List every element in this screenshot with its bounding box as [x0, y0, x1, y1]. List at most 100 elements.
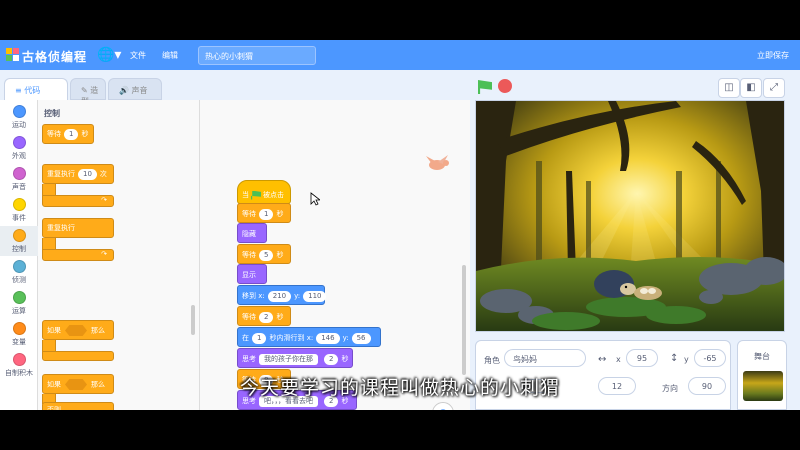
- block-text: 秒内滑行到 x:: [269, 334, 314, 342]
- block-text: 那么: [91, 326, 105, 335]
- category-control[interactable]: 控制: [0, 226, 38, 256]
- wait-block[interactable]: 等待 1 秒: [237, 203, 291, 223]
- block-input[interactable]: 5: [259, 250, 274, 261]
- stage-label: 舞台: [754, 352, 770, 361]
- block-text: 重复执行: [47, 170, 75, 178]
- x-label: x: [616, 355, 621, 364]
- block-palette: 控制 等待 1 秒 重复执行 10 次 ↷ 重复执行 ↷ 如果 那么 如果 那么 否则: [38, 100, 200, 410]
- block-input[interactable]: 210: [267, 291, 292, 302]
- green-flag-button[interactable]: [478, 80, 492, 94]
- palette-scrollbar[interactable]: [191, 305, 195, 335]
- block-input[interactable]: 1: [64, 129, 79, 140]
- brand-logo-icon: [6, 48, 20, 62]
- category-motion[interactable]: 运动: [0, 102, 38, 132]
- forest-backdrop: [476, 101, 784, 331]
- block-input[interactable]: 2: [259, 312, 274, 323]
- block-input[interactable]: 我的孩子你在那: [259, 354, 318, 365]
- brush-icon: ✎: [81, 86, 88, 95]
- block-text: y:: [342, 334, 349, 342]
- category-menu: 运动 外观 声音 事件 控制 侦测 运算 变量 自制积木: [0, 100, 38, 410]
- category-sensing[interactable]: 侦测: [0, 257, 38, 287]
- palette-if-block[interactable]: 如果 那么: [42, 320, 114, 340]
- x-position-input[interactable]: 95: [626, 349, 658, 367]
- script-scrollbar[interactable]: [462, 265, 466, 375]
- sound-dot-icon: [12, 167, 26, 180]
- block-text: 被点击: [263, 191, 284, 199]
- category-label: 侦测: [12, 276, 26, 284]
- category-events[interactable]: 事件: [0, 195, 38, 225]
- events-dot-icon: [12, 198, 26, 211]
- edit-menu[interactable]: 编辑: [162, 50, 178, 61]
- operators-dot-icon: [12, 291, 26, 304]
- block-text: 秒: [341, 355, 349, 363]
- category-label: 控制: [12, 245, 26, 253]
- file-menu[interactable]: 文件: [130, 50, 146, 61]
- block-input[interactable]: 146: [316, 333, 340, 344]
- speaker-icon: 🔊: [119, 86, 129, 95]
- category-sound[interactable]: 声音: [0, 164, 38, 194]
- stop-button[interactable]: [498, 79, 512, 93]
- block-text: 隐藏: [242, 230, 256, 238]
- block-text: 重复执行: [47, 224, 75, 232]
- tab-costumes[interactable]: ✎ 造型: [70, 78, 106, 106]
- code-icon: ≡: [15, 86, 22, 95]
- block-text: 等待: [47, 130, 61, 138]
- category-variables[interactable]: 变量: [0, 319, 38, 349]
- block-input[interactable]: 10: [78, 169, 97, 180]
- category-looks[interactable]: 外观: [0, 133, 38, 163]
- y-arrow-icon: ↕: [670, 353, 679, 364]
- block-input[interactable]: 2: [324, 354, 339, 365]
- save-now-button[interactable]: 立即保存: [757, 50, 789, 61]
- repeat-block-foot: ↷: [42, 195, 114, 207]
- wait-block[interactable]: 等待 5 秒: [237, 244, 291, 264]
- hide-block[interactable]: 隐藏: [237, 223, 267, 243]
- brand-name[interactable]: 古格侦编程: [22, 48, 87, 65]
- small-stage-icon[interactable]: ◫: [718, 78, 740, 98]
- block-input[interactable]: 110: [303, 291, 327, 302]
- tab-code-label: 代码: [24, 86, 41, 95]
- tab-sounds[interactable]: 🔊 声音: [108, 78, 162, 100]
- category-label: 外观: [12, 152, 26, 160]
- block-text: 次: [99, 170, 107, 178]
- category-label: 运算: [12, 307, 26, 315]
- block-text: 否则: [47, 406, 61, 410]
- think-for-secs-block[interactable]: 思考 我的孩子你在那 2 秒: [237, 348, 353, 368]
- glide-to-xy-block[interactable]: 在 1 秒内滑行到 x: 146 y: 56: [237, 327, 381, 347]
- sprite-name-input[interactable]: 鸟妈妈: [504, 349, 586, 367]
- large-stage-icon[interactable]: ◧: [740, 78, 762, 98]
- category-label: 事件: [12, 214, 26, 222]
- category-operators[interactable]: 运算: [0, 288, 38, 318]
- palette-forever-block[interactable]: 重复执行: [42, 218, 114, 238]
- bird-sprite-icon: [426, 155, 449, 170]
- block-text: 在: [242, 334, 249, 342]
- block-text: 当: [242, 191, 249, 199]
- wait-block[interactable]: 等待 2 秒: [237, 306, 291, 326]
- variables-dot-icon: [12, 322, 26, 335]
- palette-else-label: 否则: [42, 402, 114, 410]
- fullscreen-icon[interactable]: ⤢: [763, 78, 785, 98]
- block-input[interactable]: 1: [259, 209, 274, 220]
- block-input[interactable]: 1: [252, 333, 267, 344]
- tab-code[interactable]: ≡ 代码: [4, 78, 68, 100]
- forever-block-foot: ↷: [42, 249, 114, 261]
- mouse-cursor-icon: [310, 192, 320, 206]
- language-globe-icon[interactable]: 🌐▾: [97, 47, 121, 63]
- y-position-input[interactable]: -65: [694, 349, 726, 367]
- block-text: 秒: [276, 313, 284, 321]
- control-dot-icon: [12, 229, 26, 242]
- goto-xy-block[interactable]: 移到 x: 210 y: 110: [237, 285, 327, 305]
- palette-wait-block[interactable]: 等待 1 秒: [42, 124, 94, 144]
- block-input[interactable]: 56: [351, 333, 371, 344]
- script-area[interactable]: 当被点击 等待 1 秒 隐藏 等待 5 秒 显示 移到 x: 210 y: 110 等待 2 秒 …: [200, 100, 470, 410]
- palette-repeat-block[interactable]: 重复执行 10 次: [42, 164, 114, 184]
- project-title-input[interactable]: 热心的小刺猬: [198, 46, 316, 65]
- block-text: 等待: [242, 313, 256, 321]
- when-flag-clicked-block[interactable]: 当 被点击: [237, 180, 291, 204]
- my-blocks-dot-icon: [12, 353, 26, 366]
- category-label: 运动: [12, 121, 26, 129]
- condition-slot[interactable]: [65, 325, 87, 336]
- show-block[interactable]: 显示: [237, 264, 267, 284]
- stage-canvas[interactable]: [475, 100, 785, 332]
- scratch-editor: 古格侦编程 🌐▾ 文件 编辑 热心的小刺猬 立即保存 ≡ 代码 ✎ 造型 🔊 声…: [0, 40, 800, 410]
- tab-sounds-label: 声音: [131, 86, 148, 95]
